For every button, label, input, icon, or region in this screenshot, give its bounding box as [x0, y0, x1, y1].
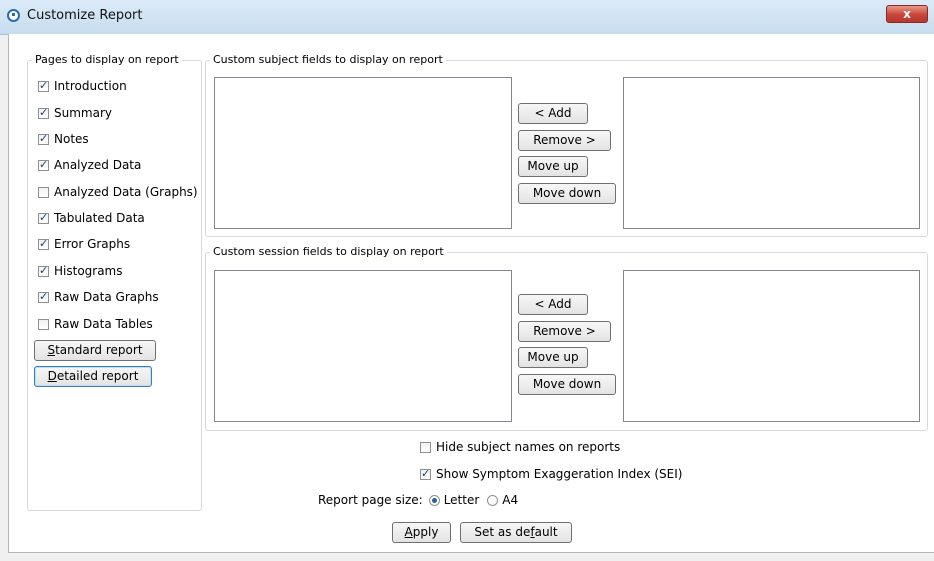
checkbox-box[interactable]: [38, 132, 49, 145]
page-checkbox-notes[interactable]: Notes: [38, 130, 89, 148]
page-size-row: Report page size: Letter A4: [318, 491, 518, 509]
close-button[interactable]: x: [886, 5, 928, 23]
window-title: Customize Report: [27, 8, 143, 23]
mnemonic: S: [47, 343, 56, 357]
button-label: tandard report: [55, 343, 143, 357]
checkbox-label: Notes: [54, 132, 89, 146]
hide-subject-names-option[interactable]: Hide subject names on reports: [420, 438, 620, 456]
standard-report-button[interactable]: Standard report: [34, 340, 156, 361]
subject-add-button[interactable]: < Add: [518, 103, 588, 124]
title-bar: Customize Report x: [0, 0, 934, 35]
checkbox-box[interactable]: [38, 106, 49, 119]
pages-panel-legend: Pages to display on report: [32, 53, 182, 66]
page-size-label: Report page size:: [318, 493, 423, 507]
checkbox-box[interactable]: [38, 318, 49, 330]
checkbox-box[interactable]: [38, 158, 49, 171]
checkbox-box[interactable]: [38, 290, 49, 303]
customize-report-dialog: Customize Report x Pages to display on r…: [0, 0, 934, 561]
session-selected-fields-list[interactable]: [214, 270, 512, 422]
checkbox-label: Analyzed Data: [54, 158, 142, 172]
session-add-button[interactable]: < Add: [518, 294, 588, 315]
session-available-fields-list[interactable]: [623, 270, 920, 422]
subject-selected-fields-list[interactable]: [214, 77, 512, 229]
mnemonic: A: [404, 525, 413, 539]
show-sei-option[interactable]: Show Symptom Exaggeration Index (SEI): [420, 465, 682, 483]
button-label: pply: [412, 525, 439, 539]
checkbox-box[interactable]: [38, 237, 49, 250]
checkbox-label: Hide subject names on reports: [436, 440, 621, 454]
checkbox-box[interactable]: [420, 441, 431, 453]
page-checkbox-error-graphs[interactable]: Error Graphs: [38, 235, 130, 253]
checkbox-box[interactable]: [38, 211, 49, 224]
radio-label: A4: [502, 493, 519, 507]
checkbox-box[interactable]: [38, 264, 49, 277]
checkbox-box[interactable]: [38, 186, 49, 198]
page-checkbox-raw-data-graphs[interactable]: Raw Data Graphs: [38, 288, 159, 306]
session-move-up-button[interactable]: Move up: [518, 347, 588, 368]
checkbox-label: Show Symptom Exaggeration Index (SEI): [436, 467, 683, 481]
radio-a4[interactable]: A4: [487, 493, 518, 507]
app-icon: [7, 9, 20, 22]
checkbox-label: Summary: [54, 106, 112, 120]
checkbox-label: Histograms: [54, 264, 123, 278]
dialog-content: Pages to display on report Introduction …: [8, 34, 934, 553]
page-checkbox-introduction[interactable]: Introduction: [38, 77, 127, 95]
apply-button[interactable]: Apply: [392, 522, 451, 543]
subject-fields-legend: Custom subject fields to display on repo…: [210, 53, 446, 66]
checkbox-box[interactable]: [420, 467, 431, 480]
page-checkbox-analyzed-data-graphs[interactable]: Analyzed Data (Graphs): [38, 183, 198, 201]
radio-button[interactable]: [487, 494, 499, 506]
checkbox-box[interactable]: [38, 79, 49, 92]
checkbox-label: Introduction: [54, 79, 127, 93]
button-label: etailed report: [56, 369, 139, 383]
page-checkbox-analyzed-data[interactable]: Analyzed Data: [38, 156, 141, 174]
page-checkbox-histograms[interactable]: Histograms: [38, 262, 123, 280]
button-label-end: ault: [534, 525, 558, 539]
set-as-default-button[interactable]: Set as default: [460, 522, 572, 543]
subject-move-down-button[interactable]: Move down: [518, 183, 616, 204]
checkbox-label: Error Graphs: [54, 237, 131, 251]
radio-button[interactable]: [428, 494, 440, 506]
radio-label: Letter: [443, 493, 480, 507]
session-remove-button[interactable]: Remove >: [518, 321, 611, 342]
subject-available-fields-list[interactable]: [623, 77, 920, 229]
checkbox-label: Raw Data Tables: [54, 317, 153, 331]
page-checkbox-summary[interactable]: Summary: [38, 104, 112, 122]
button-label: Set as de: [474, 525, 531, 539]
radio-letter[interactable]: Letter: [428, 493, 480, 507]
session-move-down-button[interactable]: Move down: [518, 374, 616, 395]
mnemonic: D: [47, 369, 57, 383]
pages-panel: Pages to display on report: [27, 53, 202, 511]
checkbox-label: Tabulated Data: [54, 211, 145, 225]
session-fields-legend: Custom session fields to display on repo…: [210, 245, 447, 258]
page-checkbox-tabulated-data[interactable]: Tabulated Data: [38, 209, 145, 227]
subject-move-up-button[interactable]: Move up: [518, 156, 588, 177]
checkbox-label: Analyzed Data (Graphs): [54, 185, 198, 199]
detailed-report-button[interactable]: Detailed report: [34, 366, 152, 387]
page-checkbox-raw-data-tables[interactable]: Raw Data Tables: [38, 315, 153, 333]
subject-remove-button[interactable]: Remove >: [518, 130, 611, 151]
checkbox-label: Raw Data Graphs: [54, 290, 159, 304]
